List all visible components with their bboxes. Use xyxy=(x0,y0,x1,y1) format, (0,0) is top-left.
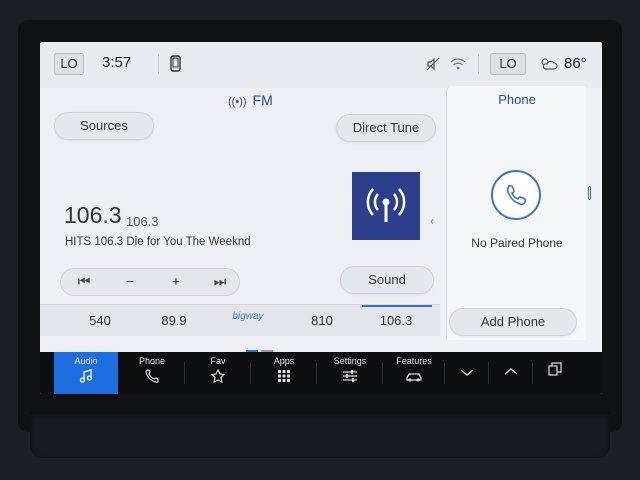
phone-status-text: No Paired Phone xyxy=(471,236,563,250)
infotainment-screen: LO 3:57 LO 86° ((•)) FM Sources Direct Tu… xyxy=(40,42,602,394)
nav-expand[interactable] xyxy=(490,352,532,394)
antenna-icon: ((•)) xyxy=(228,96,247,108)
preset-4[interactable]: 810 xyxy=(292,313,352,328)
seek-back-button[interactable]: ⏮ xyxy=(69,273,99,290)
nav-fav-label: Fav xyxy=(210,356,226,366)
weather-icon xyxy=(540,57,558,76)
sliders-icon xyxy=(318,369,382,388)
preset-bar: 540 89.9 bigway 810 106.3 xyxy=(40,304,440,336)
status-divider xyxy=(478,54,479,74)
nav-settings[interactable]: Settings xyxy=(318,352,382,394)
sound-button[interactable]: Sound xyxy=(340,266,434,294)
nav-settings-label: Settings xyxy=(333,356,367,366)
nav-window-switch[interactable] xyxy=(534,352,576,394)
window-stack-icon xyxy=(534,362,576,381)
nav-apps-label: Apps xyxy=(273,356,295,366)
nav-audio-label: Audio xyxy=(74,356,98,366)
nav-features-label: Features xyxy=(396,356,432,366)
nav-features[interactable]: Features xyxy=(384,352,444,394)
dashboard-trim xyxy=(30,412,610,458)
nav-collapse[interactable] xyxy=(446,352,488,394)
grid-icon xyxy=(252,369,316,388)
outside-temperature: 86° xyxy=(564,55,587,72)
sources-button[interactable]: Sources xyxy=(54,112,154,140)
nav-fav[interactable]: Fav xyxy=(186,352,250,394)
band-header: ((•)) FM xyxy=(228,92,273,108)
preset-5[interactable]: 106.3 xyxy=(366,313,426,328)
nav-audio[interactable]: Audio xyxy=(54,352,118,394)
direct-tune-button[interactable]: Direct Tune xyxy=(336,114,436,142)
seek-forward-button[interactable]: ⏭ xyxy=(205,273,235,290)
phone-icon[interactable] xyxy=(491,170,541,220)
chevron-left-icon[interactable]: ‹ xyxy=(430,214,434,228)
nav-phone-label: Phone xyxy=(138,356,166,366)
tuning-controls: ⏮ − + ⏭ xyxy=(60,268,240,296)
current-frequency: 106.3 xyxy=(64,202,122,228)
music-note-icon xyxy=(54,369,118,388)
active-preset-indicator xyxy=(362,305,432,307)
star-icon xyxy=(186,368,250,388)
phone-connect-icon[interactable] xyxy=(170,55,182,78)
clock: 3:57 xyxy=(102,54,132,71)
current-frequency-secondary: 106.3 xyxy=(126,214,159,229)
preset-2[interactable]: 89.9 xyxy=(144,313,204,328)
bottom-nav: Audio Phone Fav Apps Settings Features xyxy=(40,352,602,394)
preset-1[interactable]: 540 xyxy=(70,313,130,328)
climate-right-button[interactable]: LO xyxy=(490,53,526,75)
panel-scrollbar[interactable] xyxy=(588,182,592,262)
mute-icon xyxy=(426,57,440,76)
radio-text: HITS 106.3 Die for You The Weeknd xyxy=(65,236,251,248)
wifi-icon xyxy=(450,57,466,76)
tune-down-button[interactable]: − xyxy=(115,273,145,289)
phone-icon xyxy=(120,369,184,388)
station-artwork xyxy=(352,172,420,240)
car-icon xyxy=(384,369,444,388)
preset-3-logo[interactable]: bigway xyxy=(218,311,278,322)
add-phone-button[interactable]: Add Phone xyxy=(449,308,577,336)
nav-phone[interactable]: Phone xyxy=(120,352,184,394)
broadcast-icon xyxy=(366,188,406,222)
nav-apps[interactable]: Apps xyxy=(252,352,316,394)
climate-left-button[interactable]: LO xyxy=(54,53,84,75)
chevron-down-icon xyxy=(446,364,488,382)
tune-up-button[interactable]: + xyxy=(161,273,191,289)
phone-panel: Phone No Paired Phone Add Phone xyxy=(446,86,586,340)
band-label: FM xyxy=(252,92,273,108)
chevron-up-icon xyxy=(490,364,532,382)
status-bar: LO 3:57 LO 86° xyxy=(40,42,602,88)
phone-panel-title: Phone xyxy=(498,92,536,107)
status-divider xyxy=(158,54,159,74)
